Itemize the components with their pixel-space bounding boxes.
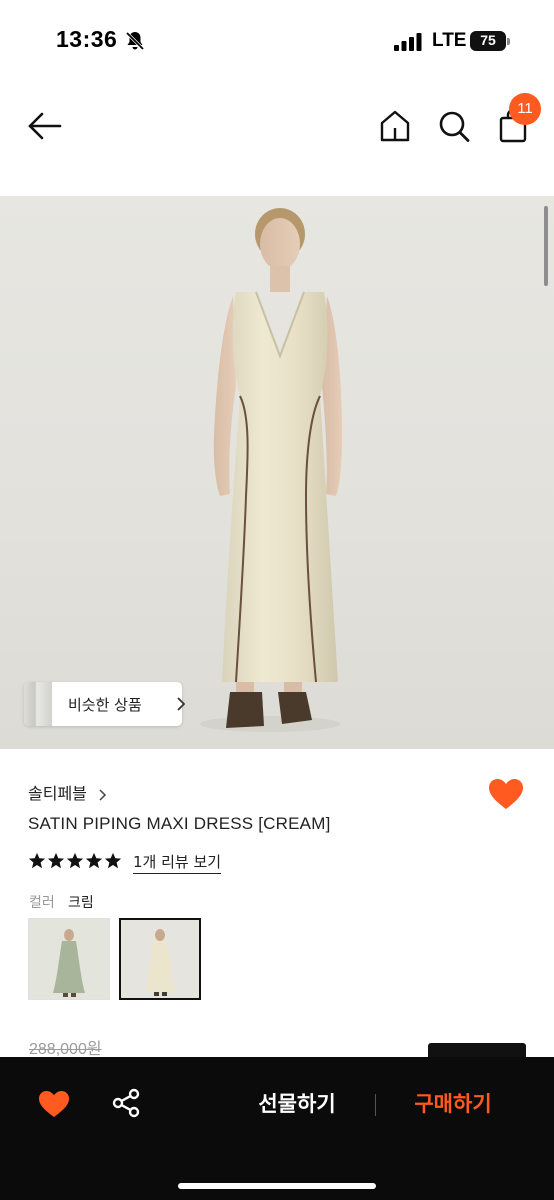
similar-thumbnail (24, 682, 52, 726)
hero-scrollbar (544, 206, 548, 286)
color-option-label: 컬러 (29, 895, 55, 911)
original-price: 288,000원 (29, 1041, 102, 1058)
brand-link[interactable]: 솔티페블 (28, 780, 108, 803)
chevron-right-icon (177, 697, 186, 711)
home-icon[interactable] (378, 108, 412, 144)
color-option-value: 크림 (68, 895, 94, 911)
network-label: LTE (432, 30, 467, 51)
star-icon (104, 852, 122, 869)
bottom-action-bar: 선물하기 구매하기 (0, 1057, 554, 1200)
status-time: 13:36 (56, 26, 118, 52)
product-title: SATIN PIPING MAXI DRESS [CREAM] (28, 814, 331, 833)
battery-icon: 75 (470, 31, 510, 51)
bell-slash-icon (125, 31, 145, 51)
gift-button[interactable]: 선물하기 (222, 1079, 372, 1129)
swatch-thumbnail (29, 919, 109, 999)
model-photo (200, 208, 342, 732)
similar-products-button[interactable]: 비슷한 상품 (24, 682, 186, 726)
share-icon[interactable] (110, 1087, 142, 1119)
home-indicator[interactable] (178, 1183, 376, 1189)
star-icon (66, 852, 84, 869)
star-icon (28, 852, 46, 869)
chevron-right-icon (99, 788, 107, 801)
status-bar: 13:36 LTE 75 (0, 0, 554, 80)
star-icon (47, 852, 65, 869)
swatch-thumbnail (121, 920, 199, 998)
battery-level: 75 (480, 32, 496, 48)
heart-icon[interactable] (488, 778, 524, 810)
buy-button[interactable]: 구매하기 (380, 1079, 526, 1129)
star-icon (85, 852, 103, 869)
product-hero-image[interactable]: 비슷한 상품 (0, 196, 554, 749)
similar-products-label: 비슷한 상품 (68, 696, 142, 714)
divider (375, 1094, 376, 1116)
search-icon[interactable] (437, 108, 471, 144)
review-link[interactable]: 1개 리뷰 보기 (133, 851, 222, 874)
color-swatch-cream[interactable] (119, 918, 201, 1000)
back-arrow-icon[interactable] (26, 108, 64, 144)
color-swatch-green[interactable] (28, 918, 110, 1000)
heart-icon[interactable] (38, 1090, 70, 1118)
nav-bar: 11 (0, 80, 554, 176)
cart-count-badge: 11 (509, 93, 541, 125)
signal-icon (394, 33, 422, 51)
brand-name: 솔티페블 (28, 784, 87, 803)
